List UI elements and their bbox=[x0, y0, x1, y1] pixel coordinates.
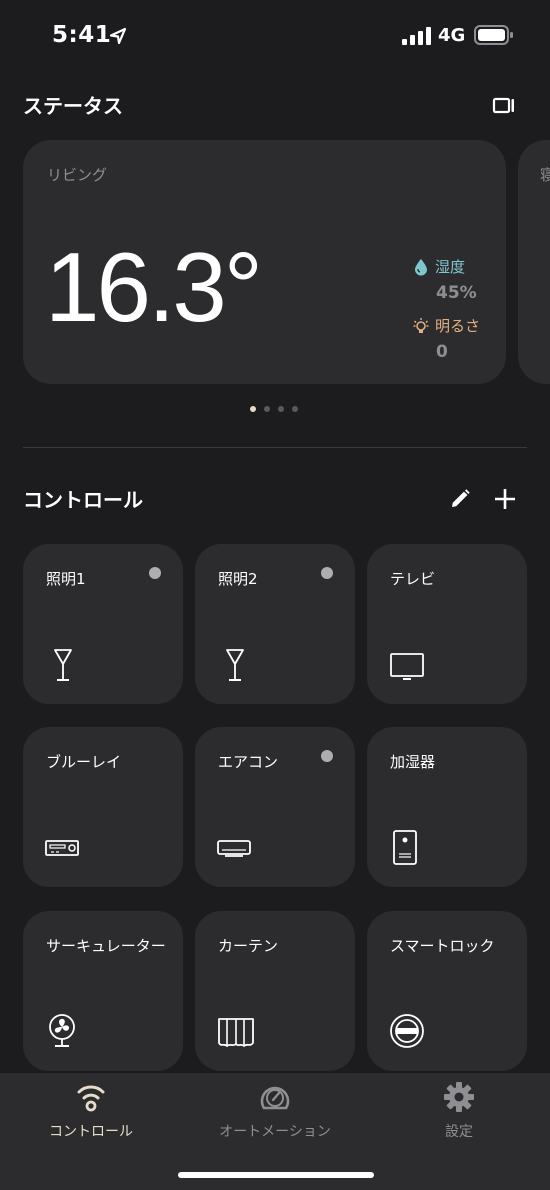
tile-label: 加湿器 bbox=[390, 753, 436, 771]
brightness-label: 明るさ bbox=[435, 317, 481, 335]
status-indicator bbox=[149, 567, 161, 579]
app-screen: 5:41 4G ステータス リビング 16.3° 湿度 45% 明るさ 0 寝 … bbox=[0, 0, 550, 1190]
tile-tv[interactable]: テレビ bbox=[367, 544, 527, 704]
gear-icon bbox=[444, 1082, 474, 1112]
tab-automation[interactable]: オートメーション bbox=[185, 1073, 365, 1153]
page-indicator[interactable] bbox=[250, 406, 298, 412]
tile-air-conditioner[interactable]: エアコン bbox=[195, 727, 355, 887]
signal-bars-icon bbox=[402, 27, 431, 45]
section-divider bbox=[23, 447, 527, 448]
lamp-icon bbox=[54, 649, 72, 681]
tile-label: カーテン bbox=[218, 937, 279, 955]
light-bulb-icon bbox=[413, 317, 429, 333]
humidifier-icon bbox=[393, 830, 417, 865]
humidity-metric: 湿度 45% bbox=[413, 256, 477, 303]
page-dot bbox=[278, 406, 284, 412]
tile-label: 照明2 bbox=[218, 570, 258, 588]
tab-label: 設定 bbox=[445, 1124, 473, 1140]
pencil-icon[interactable] bbox=[449, 488, 471, 510]
plus-icon[interactable] bbox=[493, 487, 517, 511]
tab-settings[interactable]: 設定 bbox=[369, 1073, 549, 1153]
status-section-title: ステータス bbox=[23, 94, 123, 118]
status-indicator bbox=[321, 567, 333, 579]
water-drop-icon bbox=[415, 258, 427, 275]
tile-bluray[interactable]: ブルーレイ bbox=[23, 727, 183, 887]
display-icon[interactable] bbox=[492, 95, 516, 117]
page-dot bbox=[292, 406, 298, 412]
tile-label: スマートロック bbox=[390, 937, 495, 955]
smart-lock-icon bbox=[390, 1014, 424, 1048]
tile-label: エアコン bbox=[218, 753, 279, 771]
temperature-reading: 16.3° bbox=[45, 232, 263, 342]
brightness-value: 0 bbox=[436, 342, 448, 362]
tile-smart-lock[interactable]: スマートロック bbox=[367, 911, 527, 1071]
humidity-label: 湿度 bbox=[435, 258, 466, 276]
clock-time: 5:41 bbox=[52, 22, 112, 48]
tile-label: ブルーレイ bbox=[46, 753, 122, 771]
fan-icon bbox=[49, 1014, 75, 1047]
brightness-metric: 明るさ 0 bbox=[413, 315, 480, 362]
lamp-icon bbox=[226, 649, 244, 681]
page-dot bbox=[264, 406, 270, 412]
tile-light-2[interactable]: 照明2 bbox=[195, 544, 355, 704]
gauge-icon bbox=[260, 1086, 290, 1110]
next-room-name: 寝 bbox=[540, 166, 550, 184]
tile-light-1[interactable]: 照明1 bbox=[23, 544, 183, 704]
tv-icon bbox=[390, 653, 424, 680]
control-section-title: コントロール bbox=[23, 488, 143, 512]
tile-curtain[interactable]: カーテン bbox=[195, 911, 355, 1071]
tab-control[interactable]: コントロール bbox=[1, 1073, 181, 1153]
tab-label: オートメーション bbox=[219, 1124, 331, 1140]
network-type: 4G bbox=[438, 25, 466, 46]
status-bar: 5:41 4G bbox=[0, 0, 550, 72]
next-temperature: 1 bbox=[542, 240, 550, 345]
room-name: リビング bbox=[47, 166, 108, 184]
tile-label: テレビ bbox=[390, 570, 436, 588]
battery-icon bbox=[474, 25, 513, 45]
tile-circulator[interactable]: サーキュレーター bbox=[23, 911, 183, 1071]
home-indicator[interactable] bbox=[178, 1172, 374, 1178]
status-card-living[interactable]: リビング 16.3° 湿度 45% 明るさ 0 bbox=[23, 140, 506, 384]
tile-label: サーキュレーター bbox=[46, 937, 166, 955]
humidity-value: 45% bbox=[436, 283, 477, 303]
tile-label: 照明1 bbox=[46, 570, 86, 588]
air-conditioner-icon bbox=[217, 840, 251, 857]
tile-humidifier[interactable]: 加湿器 bbox=[367, 727, 527, 887]
status-card-next[interactable]: 寝 1 bbox=[518, 140, 550, 384]
wifi-remote-icon bbox=[77, 1085, 105, 1112]
status-indicator bbox=[321, 750, 333, 762]
page-dot bbox=[250, 406, 256, 412]
tab-label: コントロール bbox=[49, 1124, 133, 1140]
location-arrow-icon bbox=[109, 27, 127, 45]
curtain-icon bbox=[218, 1018, 254, 1047]
bluray-player-icon bbox=[45, 840, 79, 856]
